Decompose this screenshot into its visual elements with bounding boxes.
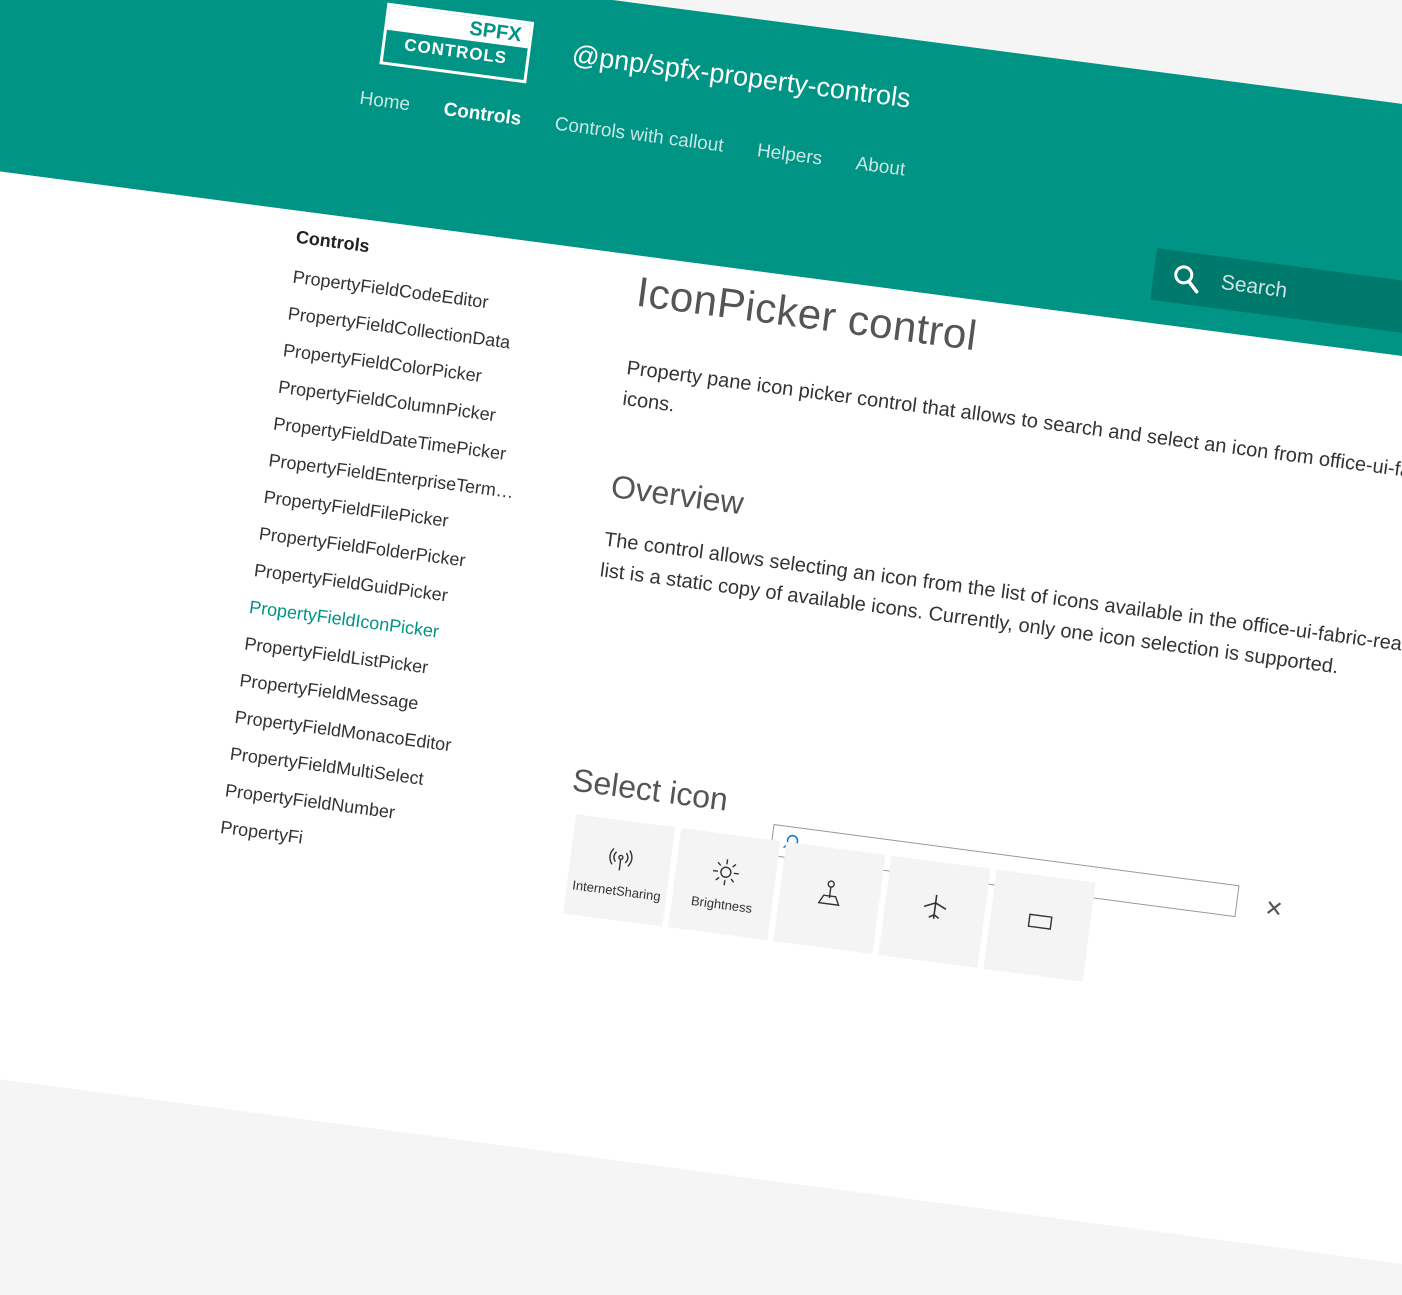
icon-tile-internetsharing[interactable]: InternetSharing — [563, 814, 676, 927]
search-icon — [1174, 265, 1199, 294]
icon-tile-airplane[interactable] — [878, 855, 991, 968]
icon-label: InternetSharing — [571, 876, 662, 904]
icon-tile-rectangle[interactable] — [983, 869, 1096, 982]
internet-sharing-icon — [609, 847, 633, 870]
close-icon[interactable]: ✕ — [1263, 895, 1285, 923]
rectangle-icon — [1027, 913, 1053, 930]
icon-tile-brightness[interactable]: Brightness — [668, 828, 781, 941]
airplane-icon — [923, 894, 947, 920]
icon-tile-mappin[interactable] — [773, 841, 886, 955]
map-pin-icon — [817, 880, 840, 907]
brightness-icon — [712, 858, 739, 885]
icon-label: Brightness — [690, 892, 754, 916]
page-scene: SPFX CONTROLS @pnp/spfx-property-control… — [0, 0, 1402, 1295]
